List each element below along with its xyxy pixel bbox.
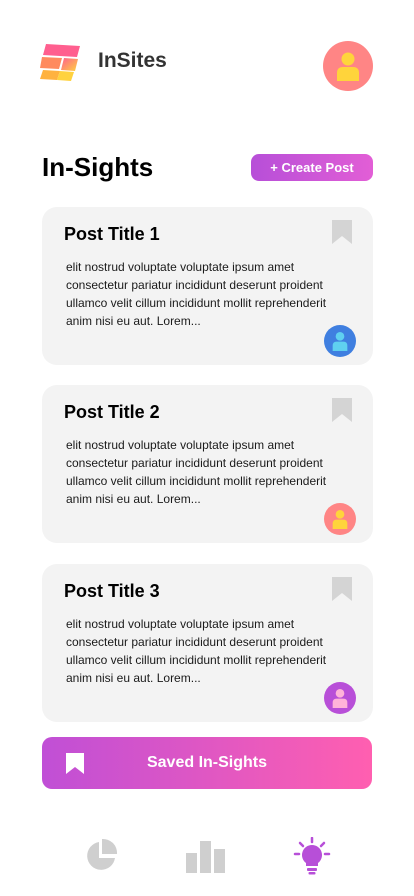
nav-analytics[interactable] <box>81 836 121 876</box>
post-excerpt: elit nostrud voluptate voluptate ipsum a… <box>66 438 327 506</box>
post-card[interactable]: Post Title 1 elit nostrud voluptate volu… <box>42 207 373 365</box>
user-icon <box>332 510 348 529</box>
pie-chart-icon <box>87 838 118 870</box>
nav-insights[interactable] <box>292 836 332 876</box>
create-post-button[interactable]: + Create Post <box>251 154 373 181</box>
app-name: InSites <box>98 49 167 72</box>
saved-insights-label: Saved In-Sights <box>146 754 268 771</box>
bookmark-icon[interactable] <box>332 220 352 244</box>
user-icon <box>337 52 359 81</box>
author-avatar[interactable] <box>324 325 356 357</box>
bookmark-icon[interactable] <box>332 398 352 422</box>
post-card[interactable]: Post Title 2 elit nostrud voluptate volu… <box>42 385 373 543</box>
saved-insights-button[interactable]: Saved In-Sights <box>42 737 372 789</box>
post-excerpt: elit nostrud voluptate voluptate ipsum a… <box>66 260 327 328</box>
post-card[interactable]: Post Title 3 elit nostrud voluptate volu… <box>42 564 373 722</box>
bookmark-icon <box>66 753 84 774</box>
lightbulb-icon <box>293 837 331 875</box>
insites-logo-icon <box>40 42 80 82</box>
author-avatar[interactable] <box>324 682 356 714</box>
profile-avatar[interactable] <box>323 41 373 91</box>
page-title: In-Sights <box>42 152 154 182</box>
bookmark-icon[interactable] <box>332 577 352 601</box>
post-title: Post Title 2 <box>64 402 160 422</box>
nav-stats[interactable] <box>186 836 226 876</box>
user-icon <box>332 332 348 351</box>
post-title: Post Title 1 <box>64 224 160 244</box>
bar-chart-icon <box>186 841 225 873</box>
post-title: Post Title 3 <box>64 581 160 601</box>
author-avatar[interactable] <box>324 503 356 535</box>
post-excerpt: elit nostrud voluptate voluptate ipsum a… <box>66 617 327 685</box>
user-icon <box>332 689 348 708</box>
